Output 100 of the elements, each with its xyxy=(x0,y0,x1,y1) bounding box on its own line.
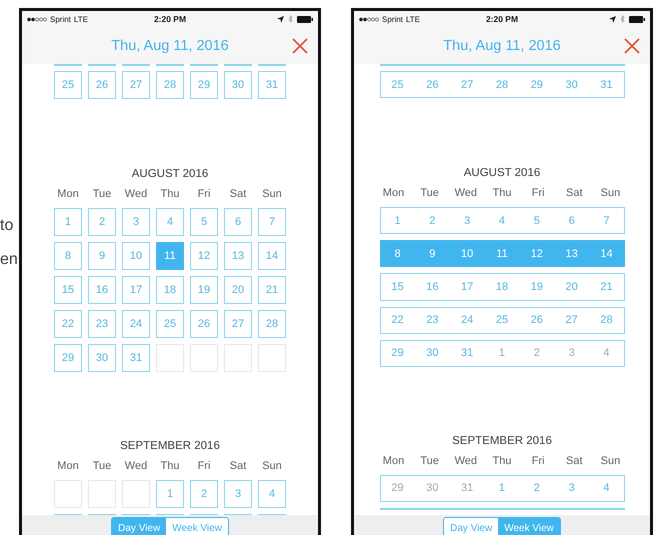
day-number: 3 xyxy=(568,482,576,494)
weekday-label: Fri xyxy=(196,459,212,473)
day-number: 16 xyxy=(425,280,440,293)
day-cell[interactable]: 20 xyxy=(224,276,252,304)
close-button[interactable] xyxy=(290,36,310,56)
day-cell[interactable]: 13 xyxy=(224,242,252,270)
weekday-label: Wed xyxy=(124,187,148,201)
day-cell[interactable]: 31 xyxy=(258,71,286,99)
day-cell[interactable]: 3 xyxy=(122,208,150,236)
day-number: 12 xyxy=(530,248,544,260)
day-cell[interactable]: 25 xyxy=(54,71,82,99)
day-cell[interactable]: 9 xyxy=(88,242,116,270)
day-cell[interactable]: 7 xyxy=(258,208,286,236)
day-number: 27 xyxy=(564,314,579,326)
day-number: 13 xyxy=(564,248,579,260)
day-number: 9 xyxy=(428,248,436,260)
day-cell[interactable]: 14 xyxy=(258,242,286,270)
weekday-label: Tue xyxy=(419,186,440,200)
week-row[interactable]: 29 30 31 1 2 3 4 xyxy=(380,474,624,502)
day-number: 1 xyxy=(498,347,506,360)
day-cell[interactable]: 19 xyxy=(190,276,218,304)
weekday-label: Sat xyxy=(228,187,248,201)
day-cell[interactable]: 2 xyxy=(88,208,116,236)
day-cell[interactable]: 29 xyxy=(190,71,218,99)
day-cell[interactable]: 30 xyxy=(224,71,252,99)
weekday-label: Fri xyxy=(530,454,546,468)
day-number: 2 xyxy=(532,482,541,494)
month-title: SEPTEMBER 2016 xyxy=(120,440,220,453)
day-cell[interactable]: 16 xyxy=(88,276,116,304)
week-row[interactable]: 1 2 3 4 5 6 7 xyxy=(380,207,624,234)
day-cell[interactable]: 4 xyxy=(156,208,184,236)
week-row[interactable]: 15 16 17 18 19 20 21 xyxy=(380,273,624,301)
day-number: 30 xyxy=(564,78,579,91)
week-row[interactable]: 29 30 31 1 2 3 4 xyxy=(380,340,624,367)
month-title: AUGUST 2016 xyxy=(132,168,208,181)
day-cell[interactable]: 17 xyxy=(122,276,150,304)
day-cell[interactable]: 2 xyxy=(190,480,218,508)
day-number: 24 xyxy=(460,314,474,326)
view-tab[interactable]: Week View xyxy=(498,518,560,535)
day-cell[interactable]: 21 xyxy=(258,276,286,304)
day-number: 10 xyxy=(460,248,474,260)
day-number: 28 xyxy=(599,314,614,326)
day-cell[interactable]: 27 xyxy=(122,71,150,99)
day-cell[interactable]: 5 xyxy=(190,208,218,236)
day-cell[interactable]: 15 xyxy=(54,276,82,304)
day-number: 14 xyxy=(599,248,614,260)
day-number: 31 xyxy=(599,78,614,91)
day-cell[interactable]: 27 xyxy=(224,310,252,338)
day-number: 31 xyxy=(460,347,474,360)
day-number: 5 xyxy=(532,214,541,227)
day-cell[interactable]: 28 xyxy=(156,71,184,99)
weekday-label: Sun xyxy=(600,186,622,200)
day-cell[interactable]: 24 xyxy=(122,310,150,338)
day-cell[interactable]: 18 xyxy=(156,276,184,304)
day-cell[interactable]: 30 xyxy=(88,344,116,372)
day-cell[interactable]: 22 xyxy=(54,310,82,338)
day-number: 2 xyxy=(428,214,436,227)
day-number: 26 xyxy=(425,78,440,91)
day-number: 18 xyxy=(494,280,510,293)
day-cell[interactable]: 1 xyxy=(54,208,82,236)
close-button[interactable] xyxy=(622,36,642,56)
day-cell[interactable]: 11 xyxy=(156,242,184,270)
day-cell[interactable]: 26 xyxy=(88,71,116,99)
day-cell[interactable]: 23 xyxy=(88,310,116,338)
bluetooth-icon xyxy=(288,15,293,23)
week-row[interactable]: 22 23 24 25 26 27 28 xyxy=(380,306,624,334)
day-cell[interactable]: 26 xyxy=(190,310,218,338)
day-cell[interactable]: 6 xyxy=(224,208,252,236)
week-row[interactable]: 25 26 27 28 29 30 31 xyxy=(380,71,624,98)
day-cell[interactable]: 29 xyxy=(54,344,82,372)
view-tab[interactable]: Day View xyxy=(112,518,166,535)
day-number: 28 xyxy=(494,78,510,91)
cut-off-text: en xyxy=(0,250,18,270)
weekday-label: Thu xyxy=(160,459,180,473)
day-number: 17 xyxy=(460,280,474,293)
day-cell[interactable]: 28 xyxy=(258,310,286,338)
day-number: 4 xyxy=(498,214,506,227)
day-cell[interactable]: 8 xyxy=(54,242,82,270)
day-cell[interactable]: 3 xyxy=(224,480,252,508)
day-cell[interactable]: 4 xyxy=(258,480,286,508)
weekday-label: Thu xyxy=(491,186,512,200)
weekday-label: Sun xyxy=(261,187,283,201)
day-cell[interactable]: 31 xyxy=(122,344,150,372)
day-cell[interactable]: 12 xyxy=(190,242,218,270)
day-cell[interactable]: 1 xyxy=(156,480,184,508)
view-tab[interactable]: Day View xyxy=(444,518,498,535)
day-cell[interactable]: 10 xyxy=(122,242,150,270)
day-number: 15 xyxy=(390,280,405,293)
day-number: 8 xyxy=(393,248,402,260)
weekday-label: Tue xyxy=(419,454,440,468)
signal-icon xyxy=(27,16,47,22)
weekday-label: Fri xyxy=(530,186,546,200)
weekday-label: Sun xyxy=(600,454,622,468)
weekday-label: Sun xyxy=(261,459,283,473)
view-tab[interactable]: Week View xyxy=(166,518,228,535)
day-cell[interactable]: 25 xyxy=(156,310,184,338)
weekday-label: Fri xyxy=(196,187,212,201)
day-number: 2 xyxy=(532,347,541,360)
day-number: 29 xyxy=(390,347,405,360)
week-row[interactable]: 8 9 10 11 12 13 14 xyxy=(380,240,624,268)
